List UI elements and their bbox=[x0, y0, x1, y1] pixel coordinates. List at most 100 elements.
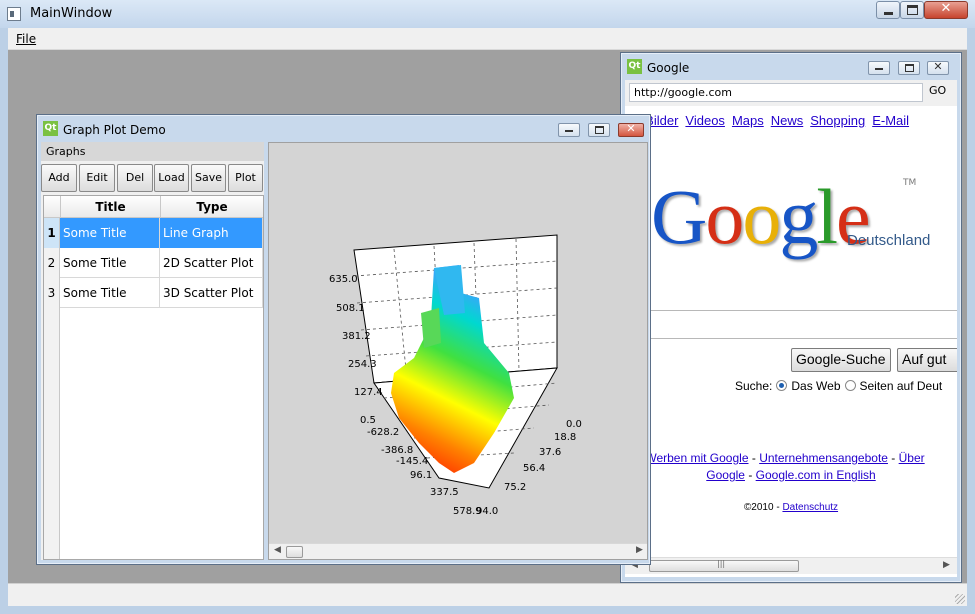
nav-shopping[interactable]: Shopping bbox=[810, 113, 865, 128]
nav-email[interactable]: E-Mail bbox=[872, 113, 909, 128]
logo-letter: o bbox=[742, 173, 781, 260]
url-input[interactable]: http://google.com bbox=[629, 83, 923, 102]
app-window-icon bbox=[7, 7, 21, 21]
add-button[interactable]: Add bbox=[41, 164, 77, 192]
type-cell[interactable]: 2D Scatter Plot bbox=[160, 248, 263, 278]
google-search-button[interactable]: Google-Suche bbox=[791, 348, 891, 372]
nav-maps[interactable]: Maps bbox=[732, 113, 764, 128]
separator: - bbox=[748, 468, 753, 482]
radio-pages[interactable] bbox=[844, 380, 856, 391]
column-type-header[interactable]: Type bbox=[160, 196, 263, 218]
plot-button[interactable]: Plot bbox=[228, 164, 263, 192]
main-titlebar[interactable]: MainWindow ✕ bbox=[0, 0, 975, 28]
title-cell[interactable]: Some Title bbox=[60, 248, 160, 278]
dock-title: Graphs bbox=[41, 142, 264, 161]
demo-maximize-button[interactable] bbox=[588, 123, 610, 137]
privacy-link[interactable]: Datenschutz bbox=[782, 502, 838, 513]
radio-web[interactable] bbox=[776, 380, 788, 391]
logo-subtitle: Deutschland bbox=[847, 232, 931, 249]
surface-patch bbox=[421, 308, 441, 348]
save-button[interactable]: Save bbox=[191, 164, 226, 192]
x-tick: 94.0 bbox=[476, 506, 498, 517]
y-tick: -145.4 bbox=[396, 456, 428, 467]
business-link[interactable]: Unternehmensangebote bbox=[759, 451, 888, 465]
maximize-button[interactable] bbox=[900, 1, 924, 19]
nav-news[interactable]: News bbox=[771, 113, 804, 128]
url-bar: http://google.com GO bbox=[625, 80, 957, 106]
scroll-right-icon[interactable]: ▶ bbox=[636, 545, 643, 555]
qt-logo-icon: Qt bbox=[627, 59, 642, 74]
title-cell[interactable]: Some Title bbox=[60, 218, 160, 248]
main-window-title: MainWindow bbox=[30, 6, 113, 21]
separator: - bbox=[891, 451, 896, 465]
3d-plot: 635.0 508.1 381.2 254.3 127.4 0.5 -628.2… bbox=[329, 234, 582, 517]
row-number[interactable]: 3 bbox=[44, 278, 60, 308]
minimize-button[interactable] bbox=[876, 1, 900, 19]
logo-letter: o bbox=[705, 173, 744, 260]
scroll-thumb[interactable] bbox=[286, 546, 303, 558]
column-title-header[interactable]: Title bbox=[60, 196, 160, 218]
logo-letter: g bbox=[779, 173, 818, 260]
type-cell[interactable]: Line Graph bbox=[160, 218, 263, 248]
table-row[interactable]: 3 Some Title 3D Scatter Plot bbox=[44, 278, 263, 308]
x-tick: 37.6 bbox=[539, 447, 561, 458]
google-window-title: Google bbox=[647, 61, 690, 75]
restore-icon bbox=[595, 126, 604, 134]
menu-file[interactable]: File bbox=[16, 32, 36, 46]
english-link[interactable]: Google.com in English bbox=[756, 468, 876, 482]
radio-web-label: Das Web bbox=[791, 379, 841, 393]
type-cell[interactable]: 3D Scatter Plot bbox=[160, 278, 263, 308]
logo-letter: G bbox=[651, 173, 707, 260]
about-link-cont[interactable]: Google bbox=[706, 468, 745, 482]
table-row[interactable]: 1 Some Title Line Graph bbox=[44, 218, 263, 248]
about-link[interactable]: Über bbox=[899, 451, 925, 465]
google-maximize-button[interactable] bbox=[898, 61, 920, 75]
scroll-thumb[interactable]: ||| bbox=[649, 559, 799, 572]
maximize-icon bbox=[907, 5, 918, 15]
trademark: TM bbox=[903, 178, 917, 188]
nav-videos[interactable]: Videos bbox=[685, 113, 725, 128]
minimize-icon bbox=[875, 68, 883, 70]
graph-plot-demo-window[interactable]: Qt Graph Plot Demo ✕ Graphs Add Edit Del… bbox=[36, 114, 651, 565]
close-button[interactable]: ✕ bbox=[924, 1, 968, 19]
plot-area[interactable]: 635.0 508.1 381.2 254.3 127.4 0.5 -628.2… bbox=[268, 142, 648, 560]
table-row[interactable]: 2 Some Title 2D Scatter Plot bbox=[44, 248, 263, 278]
radio-pages-label: Seiten auf Deut bbox=[859, 379, 943, 393]
title-cell[interactable]: Some Title bbox=[60, 278, 160, 308]
demo-window-titlebar[interactable]: Qt Graph Plot Demo ✕ bbox=[37, 115, 650, 143]
google-close-button[interactable]: ✕ bbox=[927, 60, 949, 75]
search-label: Suche: bbox=[735, 379, 773, 393]
google-minimize-button[interactable] bbox=[868, 61, 890, 75]
x-tick: 0.0 bbox=[566, 419, 582, 430]
z-tick: 508.1 bbox=[336, 303, 365, 314]
close-icon: ✕ bbox=[940, 1, 952, 16]
minimize-icon bbox=[565, 130, 573, 132]
demo-window-title: Graph Plot Demo bbox=[63, 123, 166, 137]
status-bar bbox=[8, 583, 967, 606]
load-button[interactable]: Load bbox=[154, 164, 189, 192]
x-tick: 56.4 bbox=[523, 463, 545, 474]
google-horizontal-scrollbar[interactable]: ◀ ||| ▶ bbox=[625, 557, 957, 574]
table-header: Title Type bbox=[44, 196, 263, 218]
search-input[interactable] bbox=[625, 310, 957, 339]
menu-bar: File bbox=[8, 28, 967, 50]
plot-horizontal-scrollbar[interactable]: ◀ ▶ bbox=[269, 543, 647, 559]
scroll-right-icon[interactable]: ▶ bbox=[943, 560, 950, 570]
row-number[interactable]: 2 bbox=[44, 248, 60, 278]
lucky-button[interactable]: Auf gut bbox=[897, 348, 957, 372]
google-window-titlebar[interactable]: Qt Google ✕ bbox=[621, 53, 961, 81]
y-tick: 337.5 bbox=[430, 487, 459, 498]
demo-minimize-button[interactable] bbox=[558, 123, 580, 137]
delete-button[interactable]: Del bbox=[117, 164, 153, 192]
y-tick: -386.8 bbox=[381, 445, 413, 456]
graphs-dock: Graphs Add Edit Del Load Save Plot Title… bbox=[41, 142, 264, 560]
demo-close-button[interactable]: ✕ bbox=[618, 122, 644, 137]
google-content: http://google.com GO ebBilderVideosMapsN… bbox=[625, 80, 957, 577]
google-browser-window[interactable]: Qt Google ✕ http://google.com GO ebBilde… bbox=[620, 52, 962, 583]
row-number[interactable]: 1 bbox=[44, 218, 60, 248]
go-button[interactable]: GO bbox=[929, 84, 946, 97]
ads-link[interactable]: Werben mit Google bbox=[645, 451, 748, 465]
scroll-left-icon[interactable]: ◀ bbox=[274, 545, 281, 555]
logo-letter: l bbox=[816, 173, 838, 260]
edit-button[interactable]: Edit bbox=[79, 164, 115, 192]
